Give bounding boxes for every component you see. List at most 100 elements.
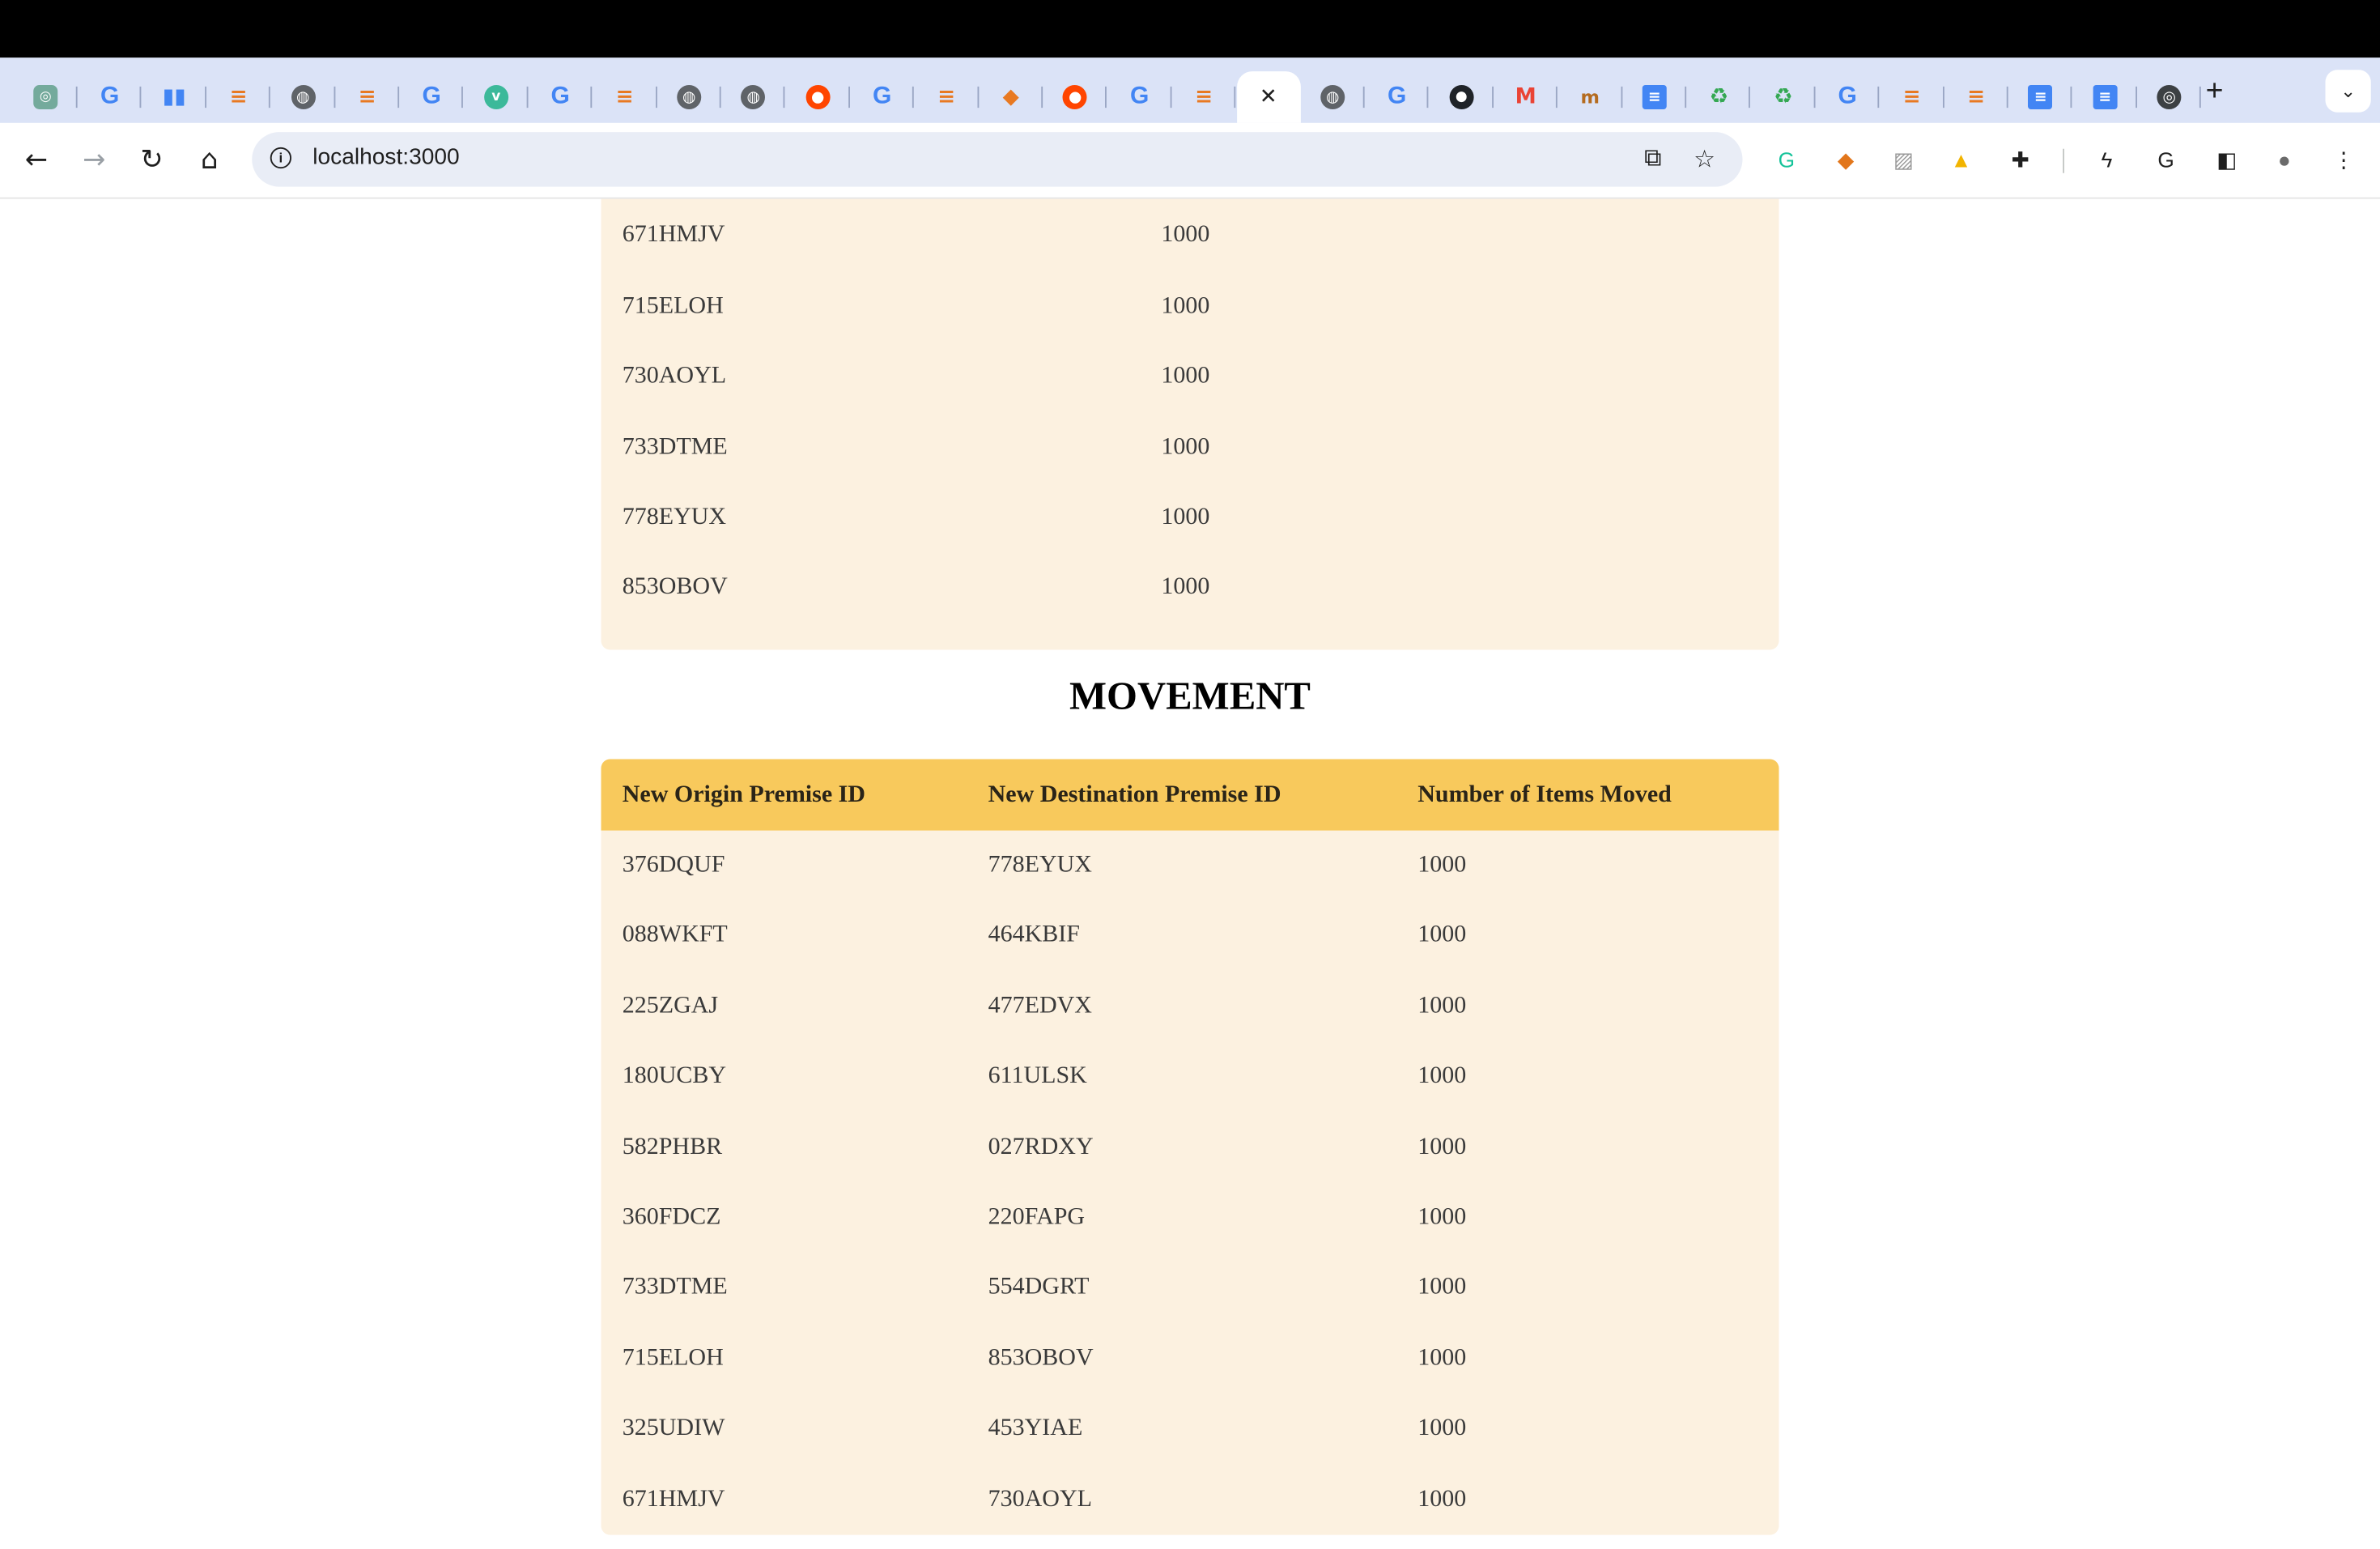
browser-tab[interactable]: ♻ [1751, 71, 1816, 123]
browser-tab[interactable]: G [1816, 71, 1880, 123]
table-row: 733DTME 554DGRT 1000 [601, 1253, 1779, 1323]
browser-tab[interactable]: ≡ [2073, 71, 2137, 123]
grammarly-icon[interactable]: G [1770, 143, 1803, 176]
browser-tab[interactable]: G [529, 71, 593, 123]
site-info-icon[interactable]: i [270, 147, 291, 169]
tab-separator [976, 86, 979, 109]
browser-tab[interactable]: ◍ [271, 71, 335, 123]
column-header: Number of Items Moved [1417, 781, 1672, 808]
browser-tab[interactable]: ▮▮ [142, 71, 206, 123]
column-header: New Destination Premise ID [988, 781, 1281, 808]
lock-ext-icon[interactable]: ▲ [1944, 143, 1978, 176]
movement-table: New Origin Premise ID New Destination Pre… [601, 759, 1779, 1535]
browser-tab[interactable]: G [850, 71, 915, 123]
amount-cell: 1000 [1161, 222, 1210, 249]
browser-tab[interactable]: ● [1430, 71, 1494, 123]
browser-tab[interactable]: G [78, 71, 142, 123]
browser-tab[interactable]: ♻ [1687, 71, 1751, 123]
browser-tab[interactable]: G [1365, 71, 1430, 123]
browser-tab[interactable]: G [400, 71, 464, 123]
browser-tab[interactable]: ✕ [1236, 71, 1301, 123]
menu-icon[interactable]: ⋮ [2327, 143, 2360, 176]
browser-tab[interactable]: ≡ [915, 71, 979, 123]
close-icon[interactable]: ✕ [1256, 85, 1281, 109]
stackoverflow-icon: ≡ [615, 85, 634, 109]
browser-tab[interactable]: ≡ [1880, 71, 1944, 123]
origin-premise-cell: 360FDCZ [622, 1203, 721, 1230]
system-menubar [0, 0, 2380, 58]
browser-tab[interactable]: ≡ [2008, 71, 2073, 123]
browser-tab[interactable]: v [464, 71, 529, 123]
tab-separator [461, 86, 464, 109]
tab-separator [1041, 86, 1043, 109]
movement-heading: MOVEMENT [1069, 674, 1311, 718]
forward-button[interactable]: → [76, 141, 113, 177]
bird-icon: ◆ [1002, 85, 1019, 109]
origin-premise-cell: 376DQUF [622, 851, 725, 878]
premise-id-cell: 715ELOH [622, 292, 724, 319]
browser-tab[interactable]: ≡ [1172, 71, 1236, 123]
tab-search-button[interactable]: ⌄ [2325, 70, 2371, 113]
address-url[interactable]: localhost:3000 [312, 144, 459, 170]
browser-tab[interactable]: ◎ [14, 71, 78, 123]
browser-tab[interactable]: ≡ [335, 71, 400, 123]
destination-premise-cell: 027RDXY [988, 1133, 1094, 1160]
browser-tab[interactable]: G [1107, 71, 1172, 123]
browser-tab[interactable]: ● [786, 71, 850, 123]
gmail-icon: M [1515, 85, 1536, 109]
open-in-app-icon[interactable]: ⧉ [1636, 143, 1669, 176]
google-account-icon[interactable]: G [2149, 143, 2182, 176]
address-bar[interactable]: i localhost:3000 ⧉ ☆ [252, 132, 1743, 187]
bookmark-star-icon[interactable]: ☆ [1688, 143, 1721, 176]
items-moved-cell: 1000 [1417, 992, 1467, 1019]
browser-tab[interactable]: m [1558, 71, 1622, 123]
premise-table: 671HMJV 1000 715ELOH 1000 730AOYL 1000 733DTME… [601, 198, 1779, 650]
destination-premise-cell: 778EYUX [988, 851, 1092, 878]
tab-strip: ◎ G ▮▮ ≡ ◍ ≡ Gv G ≡ ◍ ◍ ● G ≡ ◆ ● G ≡ ✕ ◍ G ● Mm ≡ ♻ ♻ G ≡ ≡ ≡ ≡ ◎ [0, 57, 2380, 123]
origin-premise-cell: 671HMJV [622, 1485, 725, 1512]
tab-separator [333, 86, 335, 109]
browser-tab[interactable]: ● [1043, 71, 1107, 123]
browser-tab[interactable]: ◎ [2137, 71, 2202, 123]
items-moved-cell: 1000 [1417, 1344, 1467, 1371]
table-header-row: New Origin Premise ID New Destination Pre… [601, 759, 1779, 831]
side-panel-icon[interactable]: ◧ [2210, 143, 2243, 176]
tab-separator [1813, 86, 1816, 109]
puzzle-icon[interactable]: ✚ [2004, 143, 2037, 176]
browser-tab[interactable]: ≡ [1944, 71, 2008, 123]
metamask-icon[interactable]: ◆ [1829, 143, 1862, 176]
toolbar-divider [2063, 148, 2064, 173]
bolt-icon[interactable]: ϟ [2090, 143, 2123, 176]
browser-tab[interactable]: ◍ [721, 71, 786, 123]
stackoverflow-icon: ≡ [937, 85, 956, 109]
browser-tab[interactable]: ≡ [1622, 71, 1687, 123]
browser-tab[interactable]: M [1494, 71, 1558, 123]
browser-tab[interactable]: ≡ [593, 71, 657, 123]
browser-tab[interactable]: ≡ [206, 71, 271, 123]
avatar-icon[interactable]: ● [2267, 143, 2301, 176]
ext-icon[interactable]: ▨ [1887, 143, 1920, 176]
items-moved-cell: 1000 [1417, 851, 1467, 878]
browser-window: ◎ G ▮▮ ≡ ◍ ≡ Gv G ≡ ◍ ◍ ● G ≡ ◆ ● G ≡ ✕ ◍ G ● Mm ≡ ♻ ♻ G ≡ ≡ ≡ ≡ ◎ + ⌄ … [0, 0, 2380, 1549]
browser-tab[interactable]: ◍ [657, 71, 721, 123]
tab-separator [397, 86, 400, 109]
reload-button[interactable]: ↻ [134, 141, 170, 177]
items-moved-cell: 1000 [1417, 1274, 1467, 1300]
new-tab-button[interactable]: + [2195, 71, 2234, 111]
browser-toolbar: ← → ↻ ⌂ i localhost:3000 ⧉ ☆ G ◆ ▨ ▲ ✚ ϟ G ◧ ● ⋮ [0, 122, 2380, 199]
table-row: 325UDIW 453YIAE 1000 [601, 1394, 1779, 1464]
table-row: 180UCBY 611ULSK 1000 [601, 1042, 1779, 1112]
google-icon: G [550, 83, 570, 109]
reddit-icon: ● [805, 85, 831, 109]
back-button[interactable]: ← [19, 141, 55, 177]
browser-tab[interactable]: ◍ [1301, 71, 1365, 123]
column-header: New Origin Premise ID [622, 781, 865, 808]
docs-icon: ≡ [2028, 85, 2053, 109]
home-button[interactable]: ⌂ [191, 141, 227, 177]
browser-tab[interactable]: ◆ [979, 71, 1043, 123]
analytics-icon: ▮▮ [162, 85, 186, 109]
stackoverflow-icon: ≡ [358, 85, 376, 109]
items-moved-cell: 1000 [1417, 1133, 1467, 1160]
chrome-icon: ◎ [2157, 85, 2182, 109]
google-icon: G [873, 83, 892, 109]
